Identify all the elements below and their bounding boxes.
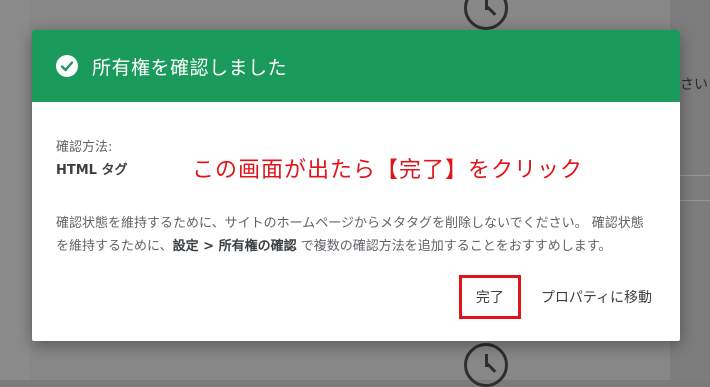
dialog-title: 所有権を確認しました [92,56,288,79]
background-sidebar [0,0,30,380]
background-text: さい [680,77,708,93]
description-part: で複数の確認方法を追加することをおすすめします。 [296,239,612,254]
check-circle-icon [56,55,78,77]
highlight-box: 完了 [458,275,521,319]
settings-path: 設定 > 所有権の確認 [172,239,297,254]
done-button[interactable]: 完了 [476,287,504,307]
go-to-property-button[interactable]: プロパティに移動 [541,287,652,307]
dialog-actions: 完了 プロパティに移動 [458,275,652,319]
verification-dialog: 所有権を確認しました 確認方法: HTML タグ この画面が出たら【完了】をクリ… [32,30,680,341]
dialog-body: 確認方法: HTML タグ この画面が出たら【完了】をクリック 確認状態を維持す… [32,102,680,258]
instruction-annotation: この画面が出たら【完了】をクリック [192,158,584,183]
clock-icon [464,343,508,387]
dialog-header: 所有権を確認しました [32,30,680,102]
description-text: 確認状態を維持するために、サイトのホームページからメタタグを削除しないでください… [56,212,656,258]
